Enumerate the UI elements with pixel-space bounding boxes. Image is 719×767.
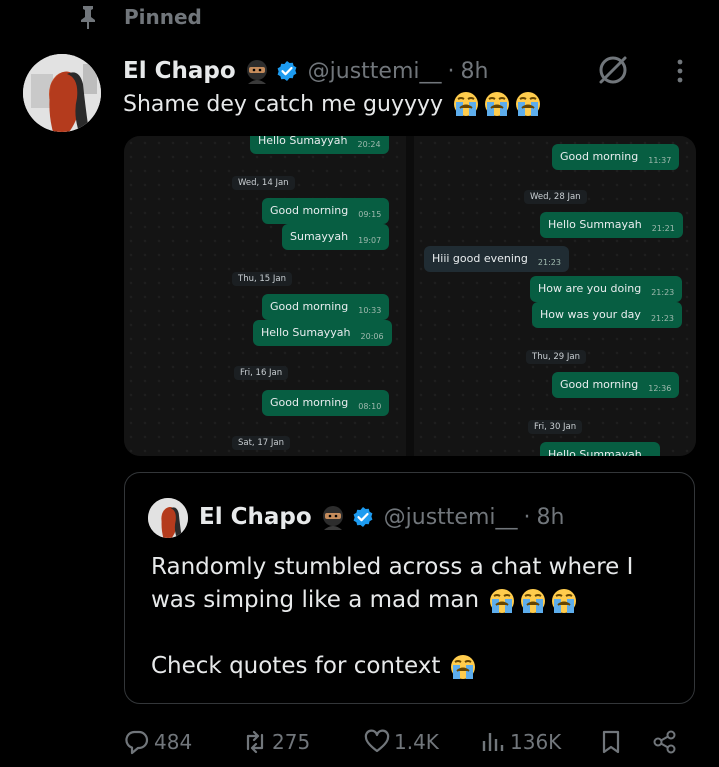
chat-bubble: Good morning 09:15 — [262, 198, 390, 224]
quoted-header: El Chapo @justtemi__ · 8h — [199, 500, 564, 534]
tweet-text: Shame dey catch me guyyyy — [123, 90, 542, 118]
quoted-time: 8h — [536, 504, 565, 530]
verified-badge-icon — [277, 61, 297, 81]
chat-screenshot-right[interactable]: Good morning 11:37 Wed, 28 Jan Hello Summ… — [414, 136, 696, 456]
bookmark-button[interactable] — [598, 722, 628, 762]
tweet-header: El Chapo @justtemi__ · 8h — [123, 54, 488, 88]
reply-button[interactable]: 484 — [124, 722, 192, 762]
quoted-avatar-image — [148, 498, 188, 538]
chat-bubble: Good morning 12:36 — [552, 372, 680, 398]
separator-dot: · — [447, 58, 455, 84]
chat-screenshot-left[interactable]: Hello Sumayyah 20:24 Wed, 14 Jan Good mor… — [124, 136, 406, 456]
crying-face-icon — [454, 92, 479, 116]
chat-bubble: Hello Summayah — [540, 442, 660, 456]
quoted-text: Randomly stumbled across a chat where I … — [151, 551, 671, 683]
date-chip: Thu, 15 Jan — [232, 272, 292, 286]
tweet-media[interactable]: Hello Sumayyah 20:24 Wed, 14 Jan Good mor… — [124, 136, 696, 456]
verified-badge-icon — [353, 507, 373, 527]
reply-count: 484 — [154, 730, 193, 754]
separator-dot: · — [523, 504, 531, 530]
author-name[interactable]: El Chapo — [123, 58, 236, 84]
avatar[interactable] — [23, 54, 101, 132]
like-button[interactable]: 1.4K — [364, 722, 439, 762]
date-chip: Wed, 28 Jan — [524, 190, 587, 204]
repost-icon — [246, 730, 264, 754]
chat-bubble: Good morning 08:10 — [262, 390, 390, 416]
quoted-text-line: Check quotes for context — [151, 653, 441, 679]
date-chip: Wed, 14 Jan — [232, 176, 295, 190]
ninja-emoji-icon — [246, 60, 267, 84]
chat-bubble: How are you doing 21:23 — [530, 276, 683, 302]
pinned-row: Pinned — [78, 4, 202, 30]
quoted-tweet[interactable]: El Chapo @justtemi__ · 8h Randomly stumb… — [124, 472, 695, 704]
crying-face-icon — [490, 588, 515, 613]
chat-bubble-incoming: Hiii good evening 21:23 — [424, 246, 569, 272]
chat-bubble: How was your day 21:23 — [532, 302, 682, 328]
date-chip: Fri, 16 Jan — [234, 366, 289, 380]
chat-bubble: Good morning 11:37 — [552, 144, 680, 170]
quoted-avatar[interactable] — [148, 498, 188, 538]
quoted-text-line: Randomly stumbled across a chat where I — [151, 554, 634, 580]
author-handle[interactable]: @justtemi__ — [308, 59, 442, 84]
chat-bubble: Good morning 10:33 — [262, 294, 390, 320]
reply-icon — [125, 730, 149, 755]
crying-emoji-group — [446, 653, 477, 681]
pin-icon — [81, 6, 95, 29]
crying-emoji-group — [485, 587, 578, 615]
date-chip: Thu, 29 Jan — [526, 350, 586, 364]
views-button[interactable]: 136K — [480, 722, 561, 762]
pinned-label: Pinned — [124, 5, 202, 29]
share-button[interactable] — [652, 722, 682, 762]
crying-face-icon — [485, 92, 510, 116]
repost-button[interactable]: 275 — [242, 722, 310, 762]
avatar-image — [23, 54, 101, 132]
repost-count: 275 — [272, 730, 311, 754]
grok-icon[interactable] — [595, 52, 631, 88]
tweet-text-body: Shame dey catch me guyyyy — [123, 91, 444, 117]
chat-bubble: Hello Summayah 21:21 — [540, 212, 683, 238]
crying-face-icon — [521, 588, 546, 613]
chat-bubble: Sumayyah 19:07 — [282, 224, 390, 250]
heart-icon — [364, 729, 390, 753]
quoted-author-name: El Chapo — [199, 504, 312, 530]
views-bar-chart-icon — [482, 733, 504, 751]
quoted-text-line: was simping like a mad man — [151, 587, 480, 613]
crying-face-icon — [451, 654, 476, 679]
views-count: 136K — [510, 730, 562, 754]
date-chip: Sat, 17 Jan — [232, 436, 290, 450]
more-options-icon[interactable] — [668, 56, 692, 86]
crying-emoji-group — [449, 90, 542, 118]
quoted-handle: @justtemi__ — [383, 504, 518, 530]
chat-bubble: Hello Sumayyah 20:06 — [253, 320, 392, 346]
tweet-time[interactable]: 8h — [461, 59, 489, 84]
action-bar: 484 275 1.4K 136K — [0, 722, 719, 762]
crying-face-icon — [516, 92, 541, 116]
chat-bubble: Hello Sumayyah 20:24 — [250, 136, 389, 154]
quoted-text-line-with-emoji: Check quotes for context — [151, 650, 671, 683]
bookmark-icon — [602, 730, 620, 754]
ninja-emoji-icon — [322, 506, 343, 530]
like-count: 1.4K — [394, 730, 439, 754]
crying-face-icon — [552, 588, 577, 613]
quoted-text-line-with-emoji: was simping like a mad man — [151, 584, 671, 617]
date-chip: Fri, 30 Jan — [528, 420, 583, 434]
share-icon — [653, 730, 676, 754]
